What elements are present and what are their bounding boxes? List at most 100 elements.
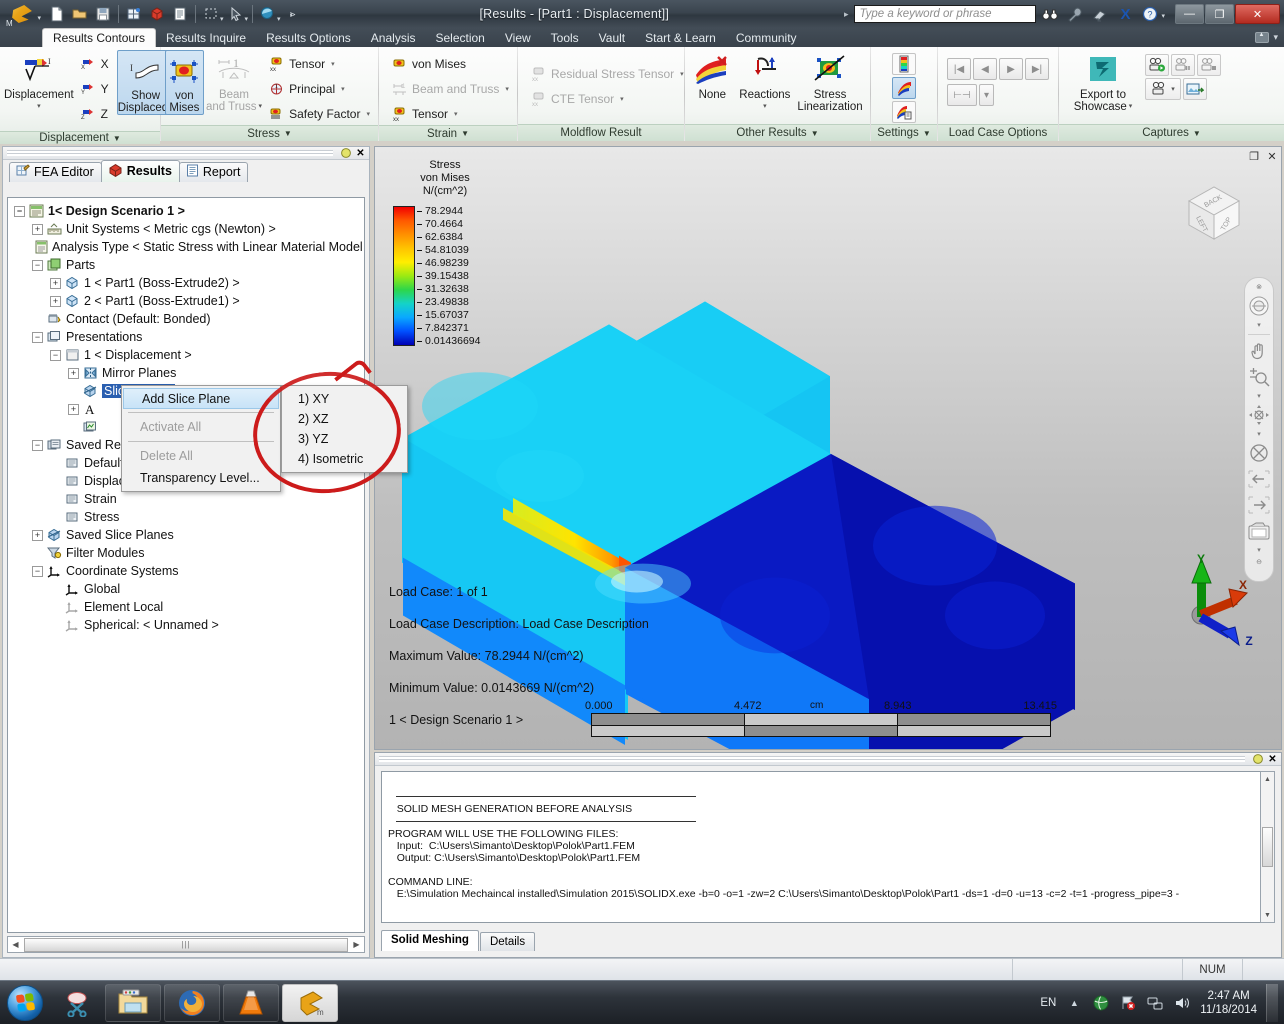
exchange-icon[interactable]: X: [1114, 3, 1136, 25]
submenu-item-xz[interactable]: 2) XZ: [282, 409, 407, 429]
start-button[interactable]: [2, 983, 48, 1023]
expander-icon[interactable]: −: [32, 439, 43, 451]
search-expand-icon[interactable]: ▸: [841, 9, 852, 20]
tree-node-displacement-presentation[interactable]: − 1 < Displacement >: [10, 346, 362, 364]
menu-item-transparency-level[interactable]: Transparency Level...: [122, 467, 280, 489]
flag-action-icon[interactable]: [1119, 994, 1137, 1012]
log-panel-title-bar[interactable]: ✕: [375, 753, 1281, 766]
scroll-right-icon[interactable]: ▶: [349, 937, 364, 952]
tree-view[interactable]: − 1< Design Scenario 1 > + Unit Systems …: [7, 197, 365, 933]
expander-icon[interactable]: +: [68, 367, 79, 379]
first-load-case-button[interactable]: |◀: [947, 58, 971, 80]
save-icon[interactable]: [92, 3, 114, 25]
tree-node-design-scenario[interactable]: − 1< Design Scenario 1 >: [10, 202, 362, 220]
menu-item-activate-all[interactable]: Activate All: [122, 416, 280, 438]
binoculars-icon[interactable]: [1039, 3, 1061, 25]
group-title-settings[interactable]: Settings ▼: [871, 124, 937, 141]
chevron-down-icon[interactable]: ▼: [461, 129, 469, 138]
menu-item-add-slice-plane[interactable]: Add Slice Plane: [123, 388, 279, 409]
group-title-moldflow[interactable]: Moldflow Result: [518, 124, 684, 141]
tree-node-contact[interactable]: Contact (Default: Bonded): [10, 310, 362, 328]
residual-stress-tensor-button[interactable]: xx Residual Stress Tensor ▾: [526, 62, 688, 85]
tree-node-filter-modules[interactable]: Filter Modules: [10, 544, 362, 562]
capture-pause-button[interactable]: [1171, 54, 1195, 76]
tab-vault[interactable]: Vault: [589, 28, 635, 47]
close-navbar-icon[interactable]: ⊗: [1246, 282, 1272, 292]
contour-options-button[interactable]: [892, 101, 916, 123]
qat-overflow-icon[interactable]: ⩺: [282, 3, 304, 25]
taskbar-item-vlc[interactable]: [223, 983, 279, 1022]
tab-solid-meshing[interactable]: Solid Meshing: [381, 930, 479, 951]
capture-stop-button[interactable]: [1197, 54, 1221, 76]
report-icon[interactable]: [169, 3, 191, 25]
clock[interactable]: 2:47 AM 11/18/2014: [1200, 989, 1257, 1017]
tab-fea-editor[interactable]: FEA Editor: [9, 162, 102, 182]
expander-icon[interactable]: −: [50, 349, 61, 361]
ribbon-minimize-icon[interactable]: [1255, 32, 1270, 43]
orbit-icon[interactable]: [1246, 403, 1272, 427]
mesh-icon[interactable]: [123, 3, 145, 25]
expander-icon[interactable]: −: [32, 565, 43, 577]
displacement-y-button[interactable]: Y Y: [76, 77, 113, 100]
reactions-button[interactable]: Reactions ▾: [738, 50, 792, 113]
close-icon[interactable]: ✕: [1266, 753, 1279, 765]
chevron-down-icon[interactable]: ▾: [37, 101, 41, 113]
tree-node-presentations[interactable]: − Presentations: [10, 328, 362, 346]
chevron-down-icon[interactable]: ▾: [1273, 32, 1278, 43]
tab-community[interactable]: Community: [726, 28, 807, 47]
log-vertical-scrollbar[interactable]: ▲ ▼: [1260, 771, 1275, 923]
chevron-down-icon[interactable]: ▼: [1193, 129, 1201, 138]
strain-tensor-button[interactable]: xx Tensor ▾: [387, 102, 513, 125]
minimize-button[interactable]: —: [1175, 4, 1204, 24]
group-title-stress[interactable]: Stress ▼: [161, 125, 378, 141]
tree-node-part-1[interactable]: + 1 < Part1 (Boss-Extrude2) >: [10, 274, 362, 292]
view-cube[interactable]: BACK LEFT TOP: [1177, 175, 1251, 249]
chevron-down-icon[interactable]: ▾: [620, 95, 624, 103]
expander-icon[interactable]: +: [68, 403, 79, 415]
scroll-thumb[interactable]: [1262, 827, 1273, 867]
safety-factor-button[interactable]: Safety Factor ▾: [264, 102, 374, 125]
forward-arrow-icon[interactable]: [1246, 493, 1272, 517]
displacement-z-button[interactable]: Z Z: [76, 102, 113, 125]
next-load-case-button[interactable]: ▶: [999, 58, 1023, 80]
zoom-magnifier-icon[interactable]: [1246, 365, 1272, 389]
submenu-item-yz[interactable]: 3) YZ: [282, 429, 407, 449]
autohide-icon[interactable]: [1251, 753, 1264, 765]
chevron-down-icon[interactable]: ▾: [1246, 429, 1272, 439]
tab-results-contours[interactable]: Results Contours: [42, 28, 157, 47]
tab-start-and-learn[interactable]: Start & Learn: [635, 28, 726, 47]
taskbar-item-firefox[interactable]: [164, 983, 220, 1022]
last-load-case-button[interactable]: ▶|: [1025, 58, 1049, 80]
capture-record-button[interactable]: [1145, 54, 1169, 76]
stress-principal-button[interactable]: 1 Principal ▾: [264, 77, 374, 100]
group-title-strain[interactable]: Strain ▼: [379, 125, 517, 141]
group-title-displacement[interactable]: Displacement ▼: [0, 131, 160, 144]
network-icon[interactable]: [1146, 994, 1164, 1012]
open-file-icon[interactable]: [69, 3, 91, 25]
chevron-down-icon[interactable]: ▾: [1129, 101, 1133, 113]
tree-horizontal-scrollbar[interactable]: ◀ ||| ▶: [7, 936, 365, 953]
new-file-icon[interactable]: [46, 3, 68, 25]
3d-viewport[interactable]: ❐ ✕ Stress von Mises N/(cm^2) 78.2944 70…: [374, 146, 1282, 750]
tab-results[interactable]: Results: [100, 160, 180, 182]
tree-node-saved-slice-planes[interactable]: + Saved Slice Planes: [10, 526, 362, 544]
tab-details[interactable]: Details: [479, 932, 536, 951]
scroll-down-icon[interactable]: ▼: [1261, 908, 1274, 922]
taskbar-item-autodesk-simulation[interactable]: m: [282, 983, 338, 1022]
tree-node-coordinate-systems[interactable]: − Coordinate Systems: [10, 562, 362, 580]
tree-node-mirror-planes[interactable]: + Mirror Planes: [10, 364, 362, 382]
load-case-range-button[interactable]: ⊢⊣: [947, 84, 977, 106]
cte-tensor-button[interactable]: xx CTE Tensor ▾: [526, 87, 688, 110]
tree-node-analysis-type[interactable]: Analysis Type < Static Stress with Linea…: [10, 238, 363, 256]
camera-icon[interactable]: [1246, 519, 1272, 543]
group-title-load-case-options[interactable]: Load Case Options: [938, 124, 1058, 141]
close-button[interactable]: ✕: [1235, 4, 1280, 24]
log-text-area[interactable]: SOLID MESH GENERATION BEFORE ANALYSIS PR…: [381, 771, 1275, 923]
scroll-thumb[interactable]: |||: [24, 937, 348, 952]
chevron-down-icon[interactable]: ▼: [923, 129, 931, 138]
chevron-down-icon[interactable]: ▾: [680, 70, 684, 78]
expander-icon[interactable]: +: [50, 295, 61, 307]
tab-results-inquire[interactable]: Results Inquire: [156, 28, 256, 47]
help-icon[interactable]: ?: [1139, 3, 1161, 25]
color-legend-button[interactable]: [892, 53, 916, 75]
